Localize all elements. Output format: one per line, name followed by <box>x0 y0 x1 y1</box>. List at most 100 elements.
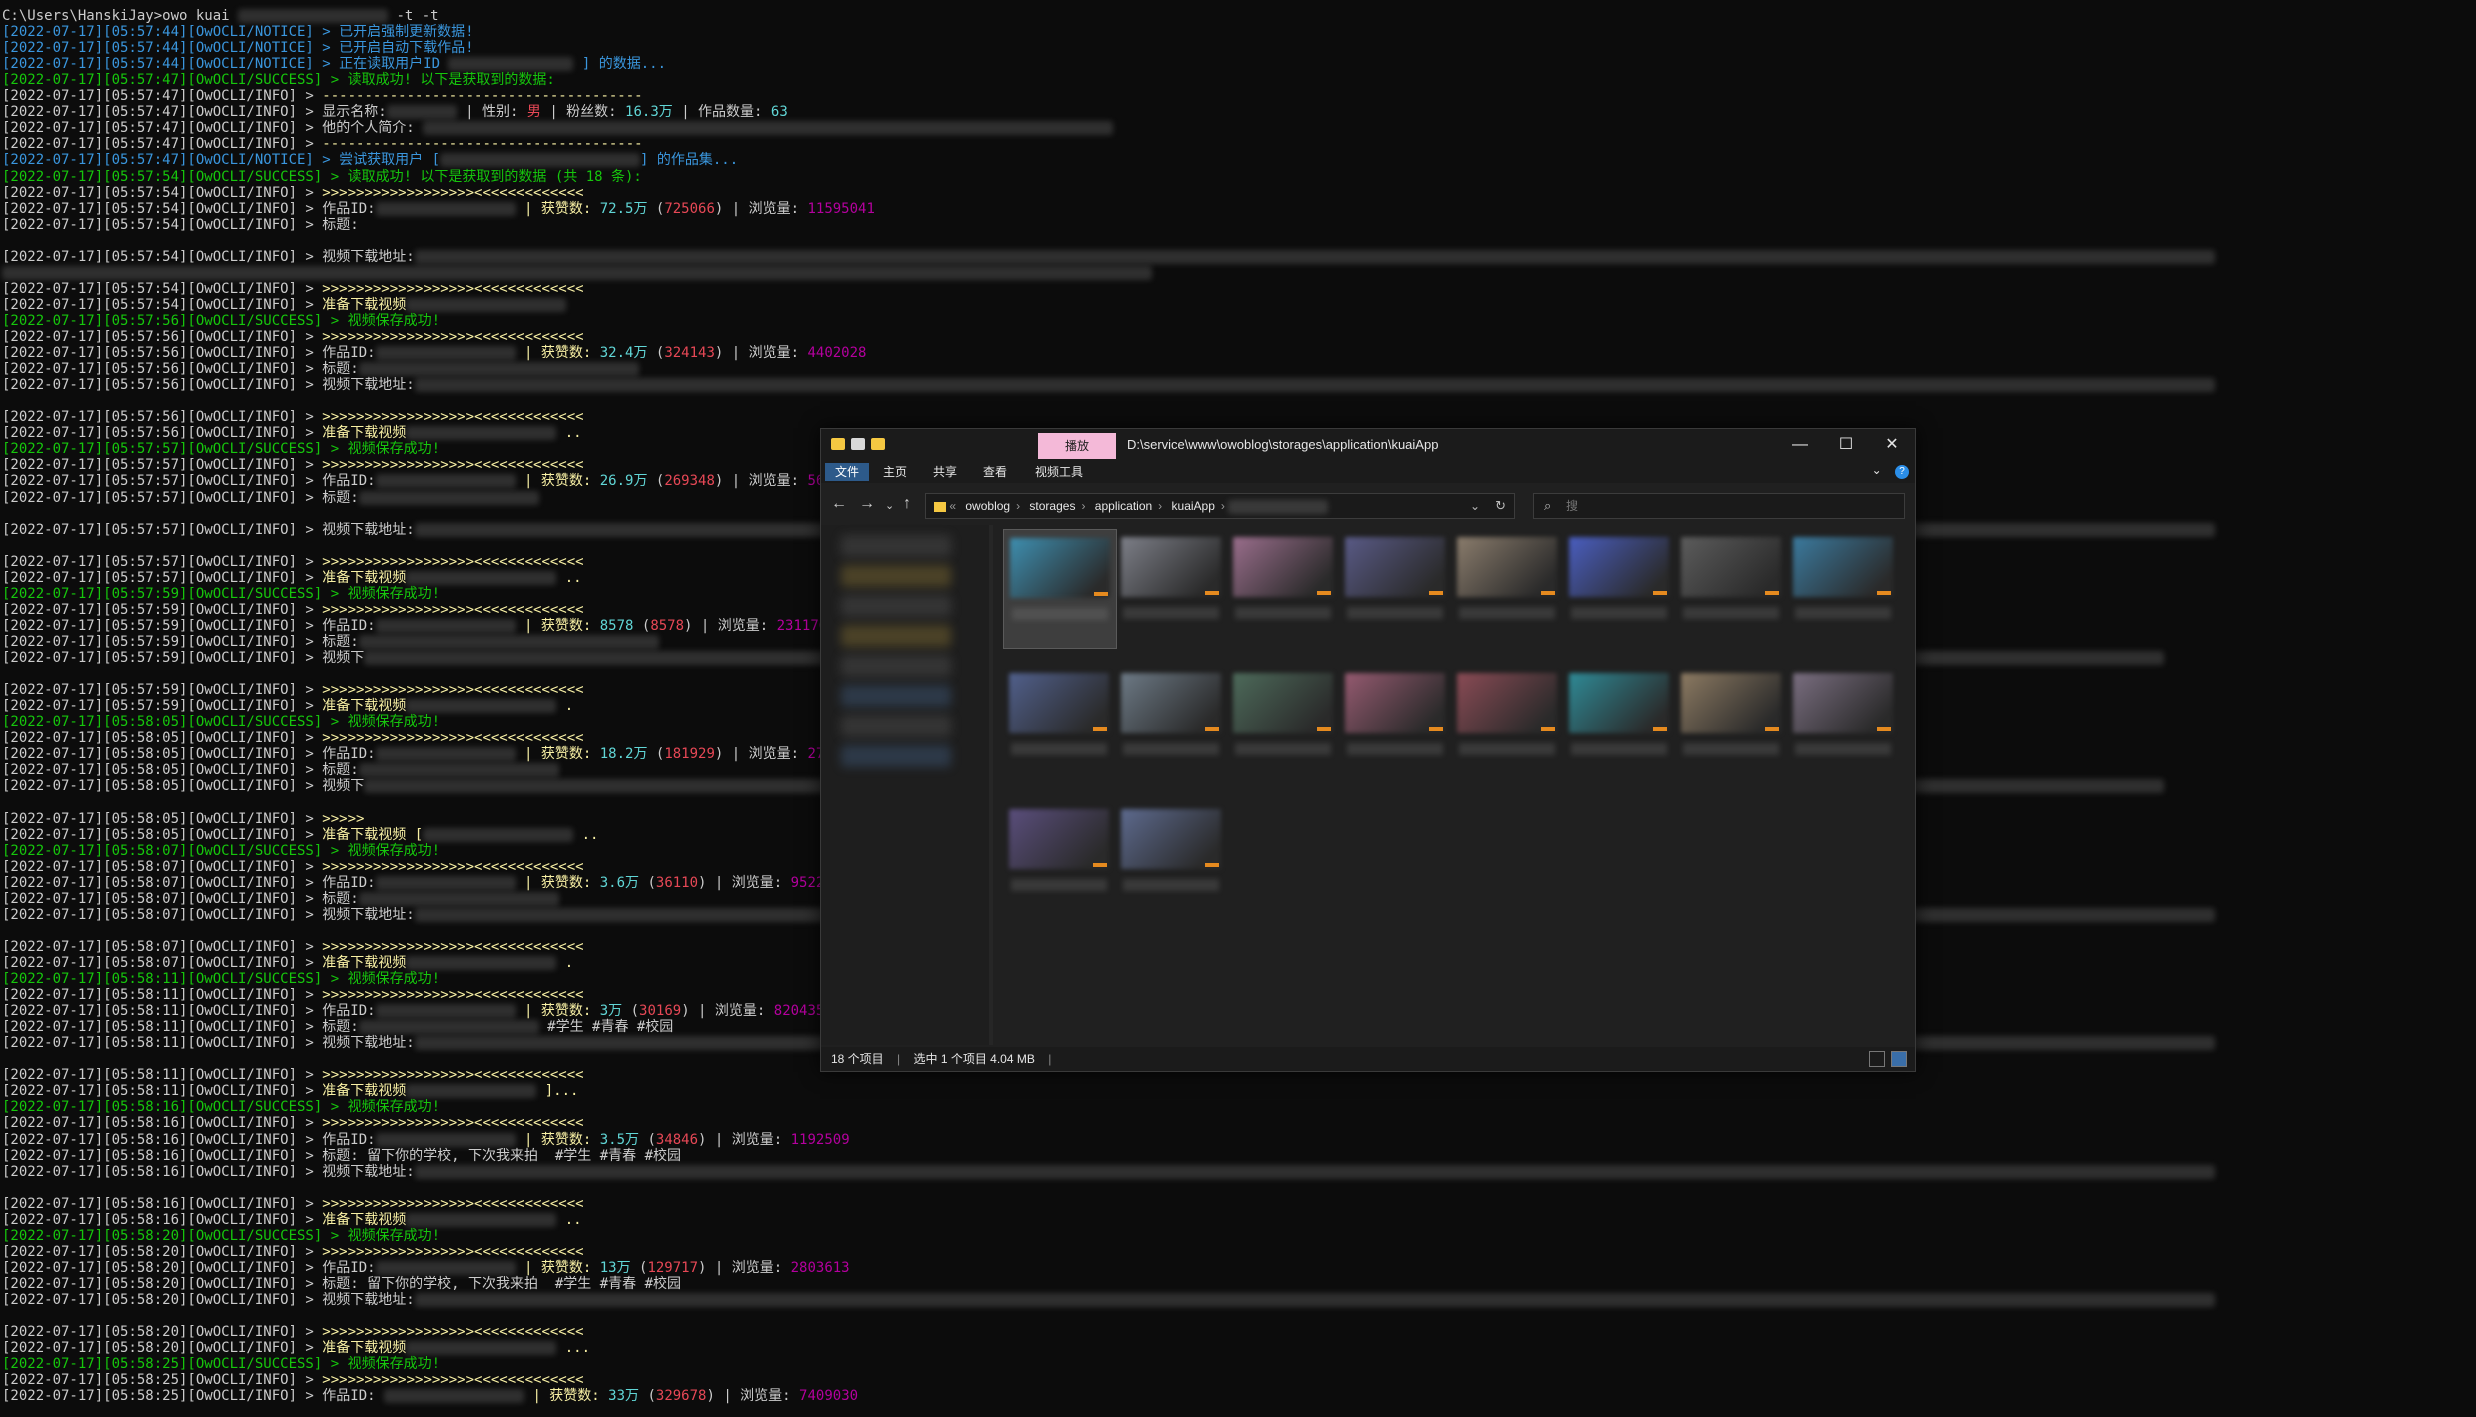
minimize-button[interactable]: — <box>1777 429 1823 461</box>
details-view-icon[interactable] <box>1869 1051 1885 1067</box>
terminal-text: [2022-07-17][05:57:57][OwOCLI/INFO] > 标题… <box>2 490 359 506</box>
nav-item[interactable] <box>841 685 951 707</box>
video-file[interactable] <box>1003 529 1117 649</box>
terminal-text: [2022-07-17][05:57:59][OwOCLI/INFO] > 标题… <box>2 634 359 650</box>
terminal-line: [2022-07-17][05:58:07][OwOCLI/INFO] > >>… <box>2 939 584 955</box>
redacted-text <box>358 491 539 505</box>
tab-share[interactable]: 共享 <box>923 463 967 481</box>
terminal-line: [2022-07-17][05:57:56][OwOCLI/INFO] > 准备… <box>2 425 582 441</box>
video-file[interactable] <box>1115 665 1227 783</box>
video-file[interactable] <box>1003 665 1115 783</box>
up-icon[interactable]: ↑ <box>903 495 911 513</box>
nav-item[interactable] <box>841 535 951 557</box>
vlc-badge-icon <box>1317 727 1331 731</box>
video-file[interactable] <box>1003 801 1115 919</box>
terminal-text: ) | 浏览量: <box>698 875 791 891</box>
terminal-text: [2022-07-17][05:57:54][OwOCLI/INFO] > <box>2 281 323 297</box>
nav-item[interactable] <box>841 715 951 737</box>
terminal-text: ) | 浏览量: <box>714 473 808 489</box>
vlc-badge-icon <box>1093 727 1107 731</box>
nav-item[interactable] <box>841 595 951 617</box>
breadcrumb-overflow[interactable]: « <box>949 499 956 513</box>
terminal-line: [2022-07-17][05:58:05][OwOCLI/INFO] > 作品… <box>2 746 841 762</box>
address-bar[interactable]: « owoblog › storages › application › kuaiAp… <box>925 493 1515 519</box>
video-file[interactable] <box>1227 529 1339 647</box>
breadcrumb-application[interactable]: application <box>1095 499 1152 513</box>
folder-icon <box>934 501 946 512</box>
search-input[interactable] <box>1564 497 1868 515</box>
vlc-badge-icon <box>1541 591 1555 595</box>
chevron-down-icon[interactable]: ⌄ <box>1872 463 1882 477</box>
video-file[interactable] <box>1451 665 1563 783</box>
context-tab-play[interactable]: 播放 <box>1038 433 1116 459</box>
video-file[interactable] <box>1339 665 1451 783</box>
video-file[interactable] <box>1675 529 1787 647</box>
chevron-right-icon[interactable]: › <box>1016 499 1020 513</box>
nav-item[interactable] <box>841 655 951 677</box>
file-grid[interactable] <box>1003 529 1903 1039</box>
forward-icon[interactable]: → <box>859 495 875 513</box>
terminal-text: 11595041 <box>807 201 875 217</box>
terminal-text: ... <box>556 1340 591 1356</box>
video-file[interactable] <box>1115 529 1227 647</box>
pane-splitter[interactable] <box>989 525 993 1045</box>
terminal-line: [2022-07-17][05:58:05][OwOCLI/INFO] > 标题… <box>2 762 559 778</box>
file-name-redacted <box>1571 743 1667 755</box>
chevron-right-icon[interactable]: › <box>1221 499 1225 513</box>
terminal-text: 8578 <box>599 618 634 634</box>
tab-home[interactable]: 主页 <box>873 463 917 481</box>
video-file[interactable] <box>1227 665 1339 783</box>
terminal-text: . <box>556 698 574 714</box>
nav-item[interactable] <box>841 565 951 587</box>
tab-view[interactable]: 查看 <box>973 463 1017 481</box>
close-button[interactable]: ✕ <box>1869 429 1915 461</box>
large-icons-view-icon[interactable] <box>1891 1051 1907 1067</box>
video-file[interactable] <box>1339 529 1451 647</box>
nav-item[interactable] <box>841 625 951 647</box>
nav-item[interactable] <box>841 745 951 767</box>
terminal-line: [2022-07-17][05:57:57][OwOCLI/INFO] > >>… <box>2 554 584 570</box>
video-file[interactable] <box>1563 529 1675 647</box>
help-icon[interactable]: ? <box>1895 465 1909 479</box>
chevron-right-icon[interactable]: › <box>1081 499 1085 513</box>
terminal-line: [2022-07-17][05:58:11][OwOCLI/INFO] > >>… <box>2 987 584 1003</box>
video-file[interactable] <box>1675 665 1787 783</box>
breadcrumb-owoblog[interactable]: owoblog <box>965 499 1010 513</box>
breadcrumb-kuaiapp[interactable]: kuaiApp <box>1172 499 1215 513</box>
video-file[interactable] <box>1787 529 1899 647</box>
maximize-button[interactable]: ☐ <box>1823 429 1869 461</box>
address-dropdown-icon[interactable]: ⌄ <box>1470 494 1480 518</box>
navigation-pane[interactable] <box>821 525 989 1045</box>
video-thumbnail <box>1121 809 1221 869</box>
search-box[interactable]: ⌕ <box>1533 493 1905 519</box>
terminal-text: >>>>>>>>>>>>>>>>>><<<<<<<<<<<<< <box>322 329 584 345</box>
file-explorer-window[interactable]: 播放 D:\service\www\owoblog\storages\appli… <box>820 428 1916 1072</box>
back-icon[interactable]: ← <box>831 495 847 513</box>
vlc-badge-icon <box>1429 591 1443 595</box>
video-file[interactable] <box>1451 529 1563 647</box>
recent-locations-icon[interactable]: ⌄ <box>885 499 894 512</box>
tab-video-tools[interactable]: 视频工具 <box>1025 463 1093 481</box>
video-file[interactable] <box>1563 665 1675 783</box>
tab-file[interactable]: 文件 <box>825 463 870 481</box>
file-name-redacted <box>1011 879 1107 891</box>
vlc-badge-icon <box>1877 727 1891 731</box>
new-folder-icon[interactable] <box>871 438 885 450</box>
chevron-right-icon[interactable]: › <box>1158 499 1162 513</box>
video-file[interactable] <box>1787 665 1899 783</box>
title-bar[interactable]: 播放 D:\service\www\owoblog\storages\appli… <box>821 429 1915 461</box>
terminal-text: >>>>>>>>>>>>>>>>>><<<<<<<<<<<<< <box>322 1372 584 1388</box>
terminal-text: ) | 浏览量: <box>698 1260 791 1276</box>
terminal-text: [2022-07-17][05:57:54][OwOCLI/INFO] > <box>2 185 323 201</box>
terminal-text: [2022-07-17][05:57:47][OwOCLI/INFO] > 显示… <box>2 104 387 120</box>
terminal-line: [2022-07-17][05:58:16][OwOCLI/INFO] > 作品… <box>2 1132 850 1148</box>
terminal-text: [2022-07-17][05:57:56][OwOCLI/INFO] > <box>2 409 323 425</box>
video-thumbnail <box>1345 537 1445 597</box>
refresh-icon[interactable]: ↻ <box>1495 494 1506 518</box>
properties-icon[interactable] <box>851 438 865 450</box>
video-file[interactable] <box>1115 801 1227 919</box>
terminal-line: [2022-07-17][05:57:54][OwOCLI/INFO] > >>… <box>2 281 584 297</box>
terminal-text: | 获赞数: <box>524 1388 609 1404</box>
breadcrumb-storages[interactable]: storages <box>1029 499 1075 513</box>
redacted-text <box>406 1084 537 1098</box>
